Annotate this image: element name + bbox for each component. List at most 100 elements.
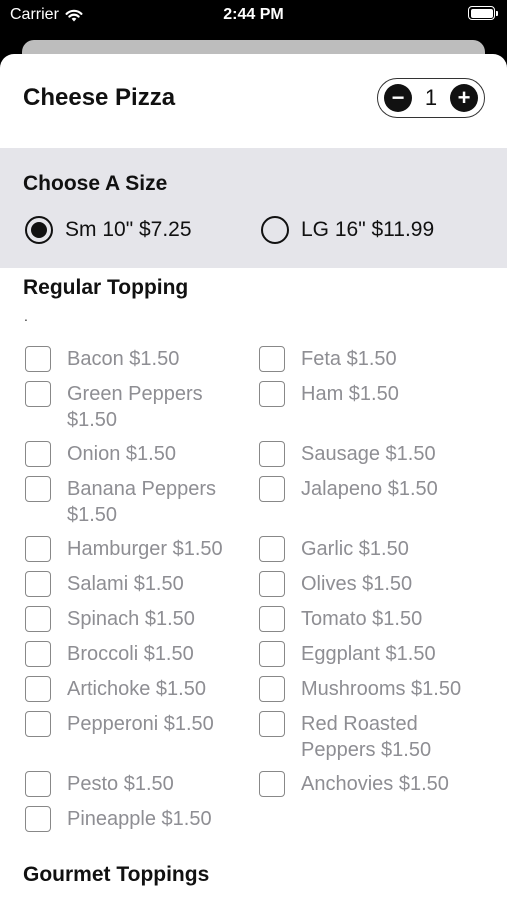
size-section: Choose A Size Sm 10" $7.25 LG 16" $11.99 <box>0 148 507 268</box>
section-dot: . <box>24 308 28 324</box>
size-option-large[interactable]: LG 16" $11.99 <box>261 216 434 244</box>
topping-option[interactable]: Mushrooms $1.50 <box>259 676 461 702</box>
minus-icon: − <box>391 85 405 110</box>
topping-label-line: Salami $1.50 <box>67 573 184 595</box>
topping-label-line: Peppers $1.50 <box>301 739 432 761</box>
topping-option[interactable]: Olives $1.50 <box>259 571 412 597</box>
topping-label: Red Roasted Peppers $1.50 <box>301 711 431 763</box>
topping-option[interactable]: Pineapple $1.50 <box>25 806 212 832</box>
topping-label-line: Pineapple $1.50 <box>67 808 212 830</box>
topping-option[interactable]: Pepperoni $1.50 <box>25 711 214 737</box>
topping-label: Jalapeno $1.50 <box>301 476 438 502</box>
topping-label: Sausage $1.50 <box>301 441 436 467</box>
topping-label: Tomato $1.50 <box>301 606 422 632</box>
checkbox-icon[interactable] <box>259 381 285 407</box>
topping-label-line: Onion $1.50 <box>67 443 176 465</box>
topping-option[interactable]: Broccoli $1.50 <box>25 641 194 667</box>
topping-option[interactable]: Artichoke $1.50 <box>25 676 206 702</box>
topping-label-line: Banana Peppers <box>67 478 217 500</box>
topping-label: Eggplant $1.50 <box>301 641 436 667</box>
topping-label: Garlic $1.50 <box>301 536 409 562</box>
topping-option[interactable]: Feta $1.50 <box>259 346 397 372</box>
checkbox-icon[interactable] <box>25 476 51 502</box>
size-option-label: Sm 10" $7.25 <box>65 218 192 241</box>
topping-label-line: Spinach $1.50 <box>67 608 195 630</box>
checkbox-icon[interactable] <box>25 571 51 597</box>
topping-option[interactable]: Ham $1.50 <box>259 381 399 407</box>
checkbox-icon[interactable] <box>259 441 285 467</box>
checkbox-icon[interactable] <box>259 676 285 702</box>
topping-label: Bacon $1.50 <box>67 346 179 372</box>
topping-option[interactable]: Onion $1.50 <box>25 441 176 467</box>
topping-option[interactable]: Bacon $1.50 <box>25 346 179 372</box>
topping-option[interactable]: Tomato $1.50 <box>259 606 422 632</box>
battery-icon <box>468 6 498 20</box>
topping-option[interactable]: Sausage $1.50 <box>259 441 436 467</box>
topping-option[interactable]: Red Roasted Peppers $1.50 <box>259 711 431 763</box>
topping-option[interactable]: Garlic $1.50 <box>259 536 409 562</box>
topping-label: Pesto $1.50 <box>67 771 174 797</box>
topping-label-line: Ham $1.50 <box>301 383 399 405</box>
checkbox-icon[interactable] <box>259 641 285 667</box>
size-option-label: LG 16" $11.99 <box>301 218 435 241</box>
checkbox-icon[interactable] <box>25 441 51 467</box>
topping-label-line: Garlic $1.50 <box>301 538 409 560</box>
topping-label: Olives $1.50 <box>301 571 412 597</box>
topping-label-line: Broccoli $1.50 <box>67 643 194 665</box>
sheet-header: Cheese Pizza − 1 + <box>0 54 507 148</box>
radio-selected-icon <box>25 216 53 244</box>
topping-label-line: Tomato $1.50 <box>301 608 423 630</box>
checkbox-icon[interactable] <box>25 806 51 832</box>
topping-label-line: $1.50 <box>67 409 118 431</box>
topping-label: Anchovies $1.50 <box>301 771 449 797</box>
checkbox-icon[interactable] <box>259 771 285 797</box>
item-title: Cheese Pizza <box>23 84 176 111</box>
topping-label: Pineapple $1.50 <box>67 806 212 832</box>
checkbox-icon[interactable] <box>259 711 285 737</box>
topping-label: Feta $1.50 <box>301 346 397 372</box>
quantity-value: 1 <box>424 85 438 110</box>
checkbox-icon[interactable] <box>259 606 285 632</box>
topping-option[interactable]: Spinach $1.50 <box>25 606 195 632</box>
checkbox-icon[interactable] <box>259 476 285 502</box>
topping-label-line: Artichoke $1.50 <box>67 678 206 700</box>
topping-option[interactable]: Salami $1.50 <box>25 571 184 597</box>
checkbox-icon[interactable] <box>25 381 51 407</box>
topping-label: Spinach $1.50 <box>67 606 195 632</box>
topping-label: Artichoke $1.50 <box>67 676 206 702</box>
radio-unselected-icon <box>261 216 289 244</box>
checkbox-icon[interactable] <box>25 771 51 797</box>
checkbox-icon[interactable] <box>25 676 51 702</box>
topping-option[interactable]: Anchovies $1.50 <box>259 771 449 797</box>
checkbox-icon[interactable] <box>259 571 285 597</box>
topping-option[interactable]: Hamburger $1.50 <box>25 536 223 562</box>
topping-label-line: Mushrooms $1.50 <box>301 678 462 700</box>
decrement-button[interactable]: − <box>384 84 412 112</box>
topping-option[interactable]: Pesto $1.50 <box>25 771 174 797</box>
checkbox-icon[interactable] <box>25 641 51 667</box>
topping-option[interactable]: Green Peppers $1.50 <box>25 381 203 433</box>
topping-label-line: $1.50 <box>67 504 118 526</box>
topping-option[interactable]: Banana Peppers $1.50 <box>25 476 216 528</box>
checkbox-icon[interactable] <box>25 346 51 372</box>
topping-label: Green Peppers $1.50 <box>67 381 203 433</box>
checkbox-icon[interactable] <box>259 536 285 562</box>
topping-label-line: Eggplant $1.50 <box>301 643 436 665</box>
topping-option[interactable]: Eggplant $1.50 <box>259 641 436 667</box>
checkbox-icon[interactable] <box>259 346 285 372</box>
size-option-small[interactable]: Sm 10" $7.25 <box>25 216 192 244</box>
topping-label: Salami $1.50 <box>67 571 184 597</box>
quantity-stepper: − 1 + <box>377 78 485 118</box>
topping-label: Mushrooms $1.50 <box>301 676 461 702</box>
topping-label: Onion $1.50 <box>67 441 176 467</box>
gourmet-toppings-heading: Gourmet Toppings <box>23 863 210 886</box>
increment-button[interactable]: + <box>450 84 478 112</box>
checkbox-icon[interactable] <box>25 711 51 737</box>
topping-option[interactable]: Jalapeno $1.50 <box>259 476 438 502</box>
checkbox-icon[interactable] <box>25 536 51 562</box>
topping-label-line: Olives $1.50 <box>301 573 413 595</box>
topping-label-line: Green Peppers <box>67 383 203 405</box>
checkbox-icon[interactable] <box>25 606 51 632</box>
topping-label: Ham $1.50 <box>301 381 399 407</box>
topping-label-line: Sausage $1.50 <box>301 443 436 465</box>
